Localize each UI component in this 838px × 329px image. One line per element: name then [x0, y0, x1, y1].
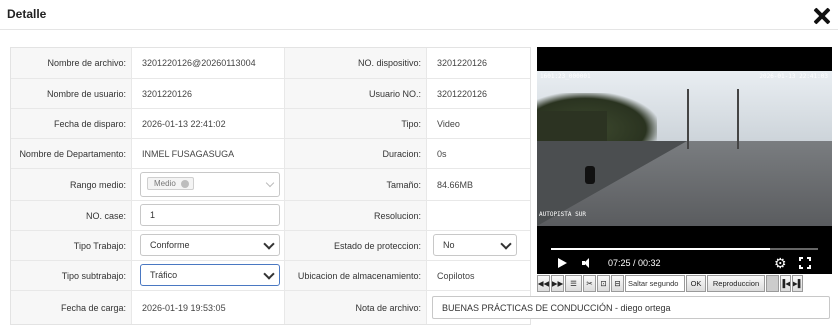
field-label: Tipo subtrabajo: [61, 270, 126, 281]
table-row: Nombre de usuario: 3201220126 Usuario NO… [11, 78, 530, 108]
field-label: Rango medio: [69, 179, 126, 190]
remove-tag-icon[interactable] [180, 180, 189, 188]
filename-value: 3201220126@20260113004 [142, 58, 256, 68]
time-display: 07:25 / 00:32 [608, 258, 661, 268]
work-subtype-select[interactable]: Tráfico [140, 264, 280, 286]
forward-button[interactable]: ▶▶ [551, 275, 564, 292]
field-label: Fecha de carga: [60, 302, 126, 313]
snapshot-button[interactable]: ⊟ [611, 275, 624, 292]
detail-table: Nombre de archivo: 3201220126@2026011300… [10, 47, 531, 325]
first-frame-button[interactable]: ▐◀ [780, 275, 791, 292]
playback-button[interactable]: Reproduccion [707, 275, 765, 292]
seek-bar[interactable] [551, 248, 818, 250]
field-label: Nombre de archivo: [47, 58, 126, 68]
field-label: Nombre de usuario: [46, 88, 126, 99]
chevron-down-icon [263, 268, 275, 280]
field-label: Nombre de Departamento: [19, 148, 126, 159]
play-icon[interactable] [558, 258, 567, 268]
detail-dialog: Detalle Nombre de archivo: 3201220126@20… [0, 0, 838, 329]
case-number-input[interactable]: 1 [140, 204, 280, 226]
frame-button[interactable]: ⊡ [597, 275, 610, 292]
table-row: Tipo subtrabajo: Tráfico Ubicacion de al… [11, 260, 530, 290]
ok-button[interactable]: OK [686, 275, 706, 292]
type-value: Video [437, 118, 460, 129]
table-row: Nombre de archivo: 3201220126@2026011300… [11, 48, 530, 78]
video-overlay-id: 1601:23_000001 [540, 73, 591, 80]
gear-icon[interactable]: ⚙ [774, 256, 787, 270]
fullscreen-icon[interactable] [799, 257, 811, 269]
user-number-value: 3201220126 [437, 88, 488, 99]
rango-medio-select[interactable]: Medio [140, 172, 280, 197]
table-row: Rango medio: Medio Tamaño: 84.66MB [11, 168, 530, 200]
last-frame-button[interactable]: ▶▌ [792, 275, 803, 292]
list-button[interactable]: ☰ [565, 275, 582, 292]
table-row: Fecha de disparo: 2026-01-13 22:41:02 Ti… [11, 108, 530, 138]
field-label: Ubicacion de almacenamiento: [297, 270, 421, 281]
video-overlay-location: AUTOPISTA SUR [539, 211, 586, 218]
field-label: Usuario NO.: [368, 88, 421, 99]
storage-location-value: Copilotos [437, 270, 475, 281]
chevron-down-icon [263, 238, 275, 250]
rewind-button[interactable]: ◀◀ [537, 275, 550, 292]
dialog-header: Detalle [0, 0, 838, 30]
chevron-down-icon [265, 178, 275, 188]
trigger-date-value: 2026-01-13 22:41:02 [142, 118, 226, 129]
motorcycle [585, 166, 595, 184]
field-label: Fecha de disparo: [53, 118, 126, 129]
protection-status-select[interactable]: No [433, 234, 517, 256]
video-frame: 1601:23_000001 2026-01-13 22:41:03 AUTOP… [537, 71, 832, 226]
device-number-value: 3201220126 [437, 58, 488, 68]
dialog-title: Detalle [7, 7, 47, 21]
video-overlay-datetime: 2026-01-13 22:41:03 [759, 73, 828, 80]
table-row: Nombre de Departamento: INMEL FUSAGASUGA… [11, 138, 530, 168]
field-label: NO. case: [85, 210, 126, 221]
field-label: NO. dispositivo: [357, 58, 421, 68]
field-label: Tamaño: [386, 179, 421, 190]
work-type-select[interactable]: Conforme [140, 234, 280, 256]
video-player[interactable]: 1601:23_000001 2026-01-13 22:41:03 AUTOP… [537, 47, 832, 274]
player-toolbar: ◀◀ ▶▶ ☰ ✂ ⊡ ⊟ Saltar segundo OK Reproduc… [537, 275, 832, 292]
skip-seconds-input[interactable]: Saltar segundo [625, 275, 685, 292]
duration-value: 0s [437, 148, 447, 159]
field-label: Estado de proteccion: [333, 240, 421, 251]
field-label: Nota de archivo: [355, 302, 421, 313]
username-value: 3201220126 [142, 88, 193, 99]
seek-bar-fill [551, 248, 770, 250]
table-row: Tipo Trabajo: Conforme Estado de protecc… [11, 230, 530, 260]
volume-icon[interactable] [582, 257, 594, 269]
field-label: Resolucion: [373, 210, 421, 221]
department-value: INMEL FUSAGASUGA [142, 148, 235, 159]
field-label: Tipo Trabajo: [73, 240, 126, 251]
close-icon[interactable] [813, 7, 831, 25]
file-note-input[interactable]: BUENAS PRÁCTICAS DE CONDUCCIÓN - diego o… [432, 296, 830, 319]
blank-button[interactable] [766, 275, 779, 292]
chevron-down-icon [500, 238, 512, 250]
field-label: Tipo: [401, 118, 421, 129]
cut-button[interactable]: ✂ [583, 275, 596, 292]
size-value: 84.66MB [437, 179, 474, 190]
medio-tag: Medio [147, 177, 194, 190]
table-row: NO. case: 1 Resolucion: [11, 200, 530, 230]
field-label: Duracion: [382, 148, 421, 159]
upload-date-value: 2026-01-19 19:53:05 [142, 302, 226, 313]
